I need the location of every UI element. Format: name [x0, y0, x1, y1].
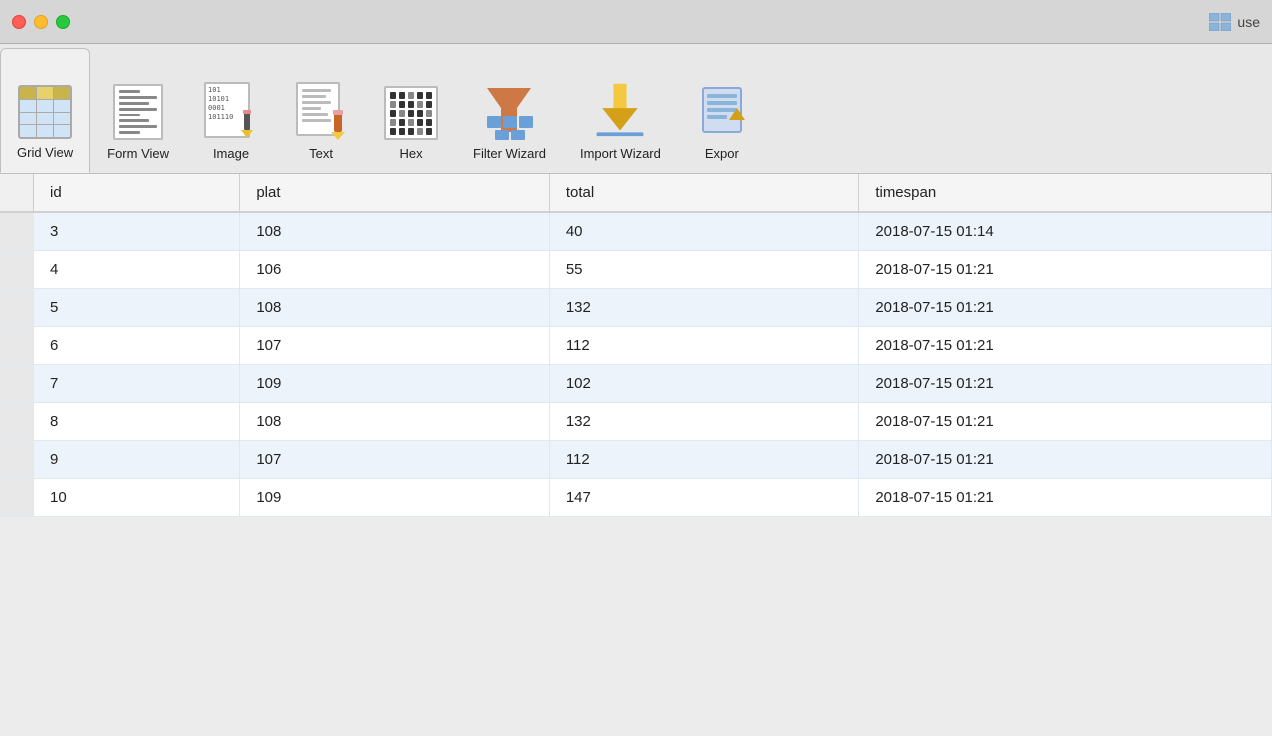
cell-id: 4 — [34, 251, 240, 289]
grid-view-label: Grid View — [17, 145, 73, 160]
cell-id: 3 — [34, 212, 240, 251]
cell-total: 147 — [549, 479, 858, 517]
table-row[interactable]: 3 108 40 2018-07-15 01:14 — [0, 212, 1272, 251]
row-handle — [0, 212, 34, 251]
table-row[interactable]: 5 108 132 2018-07-15 01:21 — [0, 289, 1272, 327]
cell-timespan: 2018-07-15 01:21 — [859, 479, 1272, 517]
cell-total: 55 — [549, 251, 858, 289]
toolbar-item-filter-wizard[interactable]: Filter Wizard — [456, 48, 563, 173]
text-icon — [294, 82, 348, 140]
window-controls — [12, 15, 70, 29]
cell-total: 40 — [549, 212, 858, 251]
titlebar: use — [0, 0, 1272, 44]
cell-total: 132 — [549, 289, 858, 327]
row-handle — [0, 251, 34, 289]
hex-icon — [384, 86, 438, 140]
cell-timespan: 2018-07-15 01:21 — [859, 441, 1272, 479]
cell-plat: 109 — [240, 479, 549, 517]
cell-total: 112 — [549, 441, 858, 479]
table-row[interactable]: 6 107 112 2018-07-15 01:21 — [0, 327, 1272, 365]
cell-id: 5 — [34, 289, 240, 327]
form-view-icon — [113, 84, 163, 140]
form-view-label: Form View — [107, 146, 169, 161]
toolbar-item-form-view[interactable]: Form View — [90, 48, 186, 173]
cell-timespan: 2018-07-15 01:21 — [859, 403, 1272, 441]
app-name: use — [1237, 14, 1260, 30]
row-handle — [0, 327, 34, 365]
cell-timespan: 2018-07-15 01:21 — [859, 251, 1272, 289]
toolbar-item-text[interactable]: Text — [276, 48, 366, 173]
cell-id: 8 — [34, 403, 240, 441]
table-row[interactable]: 4 106 55 2018-07-15 01:21 — [0, 251, 1272, 289]
table-row[interactable]: 8 108 132 2018-07-15 01:21 — [0, 403, 1272, 441]
cell-timespan: 2018-07-15 01:14 — [859, 212, 1272, 251]
toolbar-item-hex[interactable]: Hex — [366, 48, 456, 173]
titlebar-right: use — [1209, 13, 1260, 31]
cell-id: 6 — [34, 327, 240, 365]
table-row[interactable]: 10 109 147 2018-07-15 01:21 — [0, 479, 1272, 517]
export-icon — [695, 80, 749, 140]
export-label: Expor — [705, 146, 739, 161]
import-wizard-icon — [588, 80, 652, 140]
cell-plat: 107 — [240, 327, 549, 365]
minimize-button[interactable] — [34, 15, 48, 29]
cell-plat: 107 — [240, 441, 549, 479]
cell-plat: 108 — [240, 212, 549, 251]
cell-plat: 108 — [240, 289, 549, 327]
toolbar-item-export[interactable]: Expor — [678, 48, 766, 173]
hex-label: Hex — [399, 146, 422, 161]
cell-plat: 106 — [240, 251, 549, 289]
cell-plat: 109 — [240, 365, 549, 403]
row-handle — [0, 365, 34, 403]
row-handle — [0, 441, 34, 479]
cell-id: 7 — [34, 365, 240, 403]
filter-wizard-icon — [477, 80, 541, 140]
titlebar-grid-icon — [1209, 13, 1231, 31]
row-handle-header — [0, 174, 34, 212]
close-button[interactable] — [12, 15, 26, 29]
cell-total: 112 — [549, 327, 858, 365]
cell-id: 10 — [34, 479, 240, 517]
image-label: Image — [213, 146, 249, 161]
toolbar-item-grid-view[interactable]: Grid View — [0, 48, 90, 173]
maximize-button[interactable] — [56, 15, 70, 29]
cell-timespan: 2018-07-15 01:21 — [859, 289, 1272, 327]
filter-wizard-label: Filter Wizard — [473, 146, 546, 161]
toolbar-item-image[interactable]: 101101010001101110 Image — [186, 48, 276, 173]
col-header-plat[interactable]: plat — [240, 174, 549, 212]
text-label: Text — [309, 146, 333, 161]
col-header-total[interactable]: total — [549, 174, 858, 212]
cell-total: 132 — [549, 403, 858, 441]
data-section: id plat total timespan 3 108 40 2018-07-… — [0, 174, 1272, 517]
import-wizard-label: Import Wizard — [580, 146, 661, 161]
image-icon: 101101010001101110 — [204, 82, 258, 140]
table-row[interactable]: 7 109 102 2018-07-15 01:21 — [0, 365, 1272, 403]
cell-timespan: 2018-07-15 01:21 — [859, 365, 1272, 403]
cell-total: 102 — [549, 365, 858, 403]
toolbar-item-import-wizard[interactable]: Import Wizard — [563, 48, 678, 173]
cell-id: 9 — [34, 441, 240, 479]
col-header-id[interactable]: id — [34, 174, 240, 212]
data-table: id plat total timespan 3 108 40 2018-07-… — [0, 174, 1272, 517]
row-handle — [0, 403, 34, 441]
cell-timespan: 2018-07-15 01:21 — [859, 327, 1272, 365]
row-handle — [0, 479, 34, 517]
toolbar: Grid View Form View 101101010001101110 — [0, 44, 1272, 174]
cell-plat: 108 — [240, 403, 549, 441]
col-header-timespan[interactable]: timespan — [859, 174, 1272, 212]
row-handle — [0, 289, 34, 327]
table-row[interactable]: 9 107 112 2018-07-15 01:21 — [0, 441, 1272, 479]
grid-view-icon — [18, 85, 72, 139]
